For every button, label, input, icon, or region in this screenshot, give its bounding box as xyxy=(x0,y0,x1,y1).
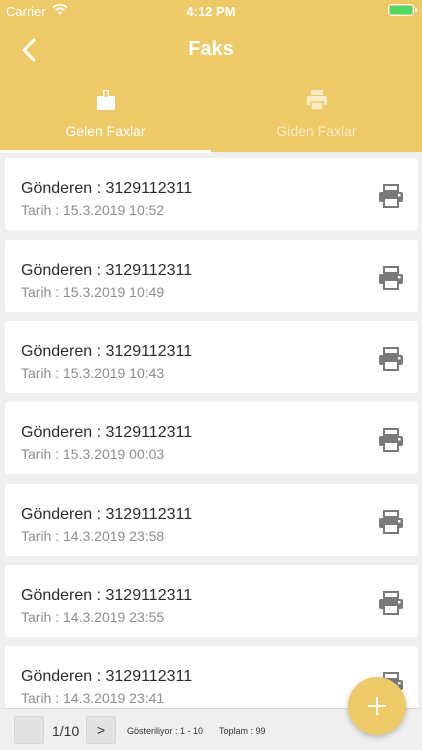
printer-icon[interactable] xyxy=(378,347,404,371)
fax-date: Tarih : 14.3.2019 23:55 xyxy=(21,609,165,625)
showing-range: Gösteriliyor : 1 - 10 xyxy=(127,726,204,736)
fax-sender: Gönderen : 3129112311 xyxy=(21,343,193,360)
inbox-fax-icon xyxy=(97,90,115,110)
fax-list: Gönderen : 3129112311 Tarih : 15.3.2019 … xyxy=(0,152,422,708)
total-count: Toplam : 99 xyxy=(219,726,266,736)
printer-icon[interactable] xyxy=(378,510,404,534)
list-item[interactable]: Gönderen : 3129112311 Tarih : 15.3.2019 … xyxy=(5,158,418,230)
fax-date: Tarih : 15.3.2019 10:49 xyxy=(21,284,165,300)
battery-icon xyxy=(388,4,414,16)
tab-bar: Gelen Faxlar Giden Faxlar xyxy=(0,80,422,152)
fax-sender: Gönderen : 3129112311 xyxy=(21,668,193,685)
printer-icon[interactable] xyxy=(378,266,404,290)
status-bar: Carrier 4:12 PM xyxy=(0,0,422,22)
battery-tip xyxy=(415,8,417,12)
fax-date: Tarih : 15.3.2019 10:43 xyxy=(21,365,165,381)
tab-incoming-fax[interactable]: Gelen Faxlar xyxy=(0,80,211,152)
status-time: 4:12 PM xyxy=(186,4,236,19)
printer-icon[interactable] xyxy=(378,184,404,208)
printer-icon[interactable] xyxy=(378,591,404,615)
list-item[interactable]: Gönderen : 3129112311 Tarih : 15.3.2019 … xyxy=(5,240,418,312)
list-item[interactable]: Gönderen : 3129112311 Tarih : 15.3.2019 … xyxy=(5,402,418,474)
tab-label: Gelen Faxlar xyxy=(65,123,146,139)
printer-icon[interactable] xyxy=(378,428,404,452)
printer-icon xyxy=(307,90,327,111)
list-item[interactable]: Gönderen : 3129112311 Tarih : 14.3.2019 … xyxy=(5,484,418,556)
tab-label: Giden Faxlar xyxy=(276,123,357,139)
tab-outgoing-fax[interactable]: Giden Faxlar xyxy=(211,80,422,152)
fax-date: Tarih : 15.3.2019 00:03 xyxy=(21,446,165,462)
prev-page-button[interactable] xyxy=(14,716,44,744)
fax-sender: Gönderen : 3129112311 xyxy=(21,180,193,197)
fax-sender: Gönderen : 3129112311 xyxy=(21,506,193,523)
list-item[interactable]: Gönderen : 3129112311 Tarih : 15.3.2019 … xyxy=(5,321,418,393)
add-fax-button[interactable] xyxy=(348,677,406,735)
header: Carrier 4:12 PM Faks Gelen Faxlar Giden … xyxy=(0,0,422,153)
fax-sender: Gönderen : 3129112311 xyxy=(21,262,193,279)
fax-sender: Gönderen : 3129112311 xyxy=(21,424,193,441)
fax-date: Tarih : 14.3.2019 23:41 xyxy=(21,690,165,706)
page-indicator: 1/10 xyxy=(52,723,80,739)
next-page-button[interactable]: > xyxy=(86,716,116,744)
list-item[interactable]: Gönderen : 3129112311 Tarih : 14.3.2019 … xyxy=(5,565,418,637)
fax-sender: Gönderen : 3129112311 xyxy=(21,587,193,604)
nav-bar: Faks xyxy=(0,22,422,78)
page-title: Faks xyxy=(188,38,234,60)
fax-date: Tarih : 15.3.2019 10:52 xyxy=(21,202,165,218)
fax-date: Tarih : 14.3.2019 23:58 xyxy=(21,528,165,544)
